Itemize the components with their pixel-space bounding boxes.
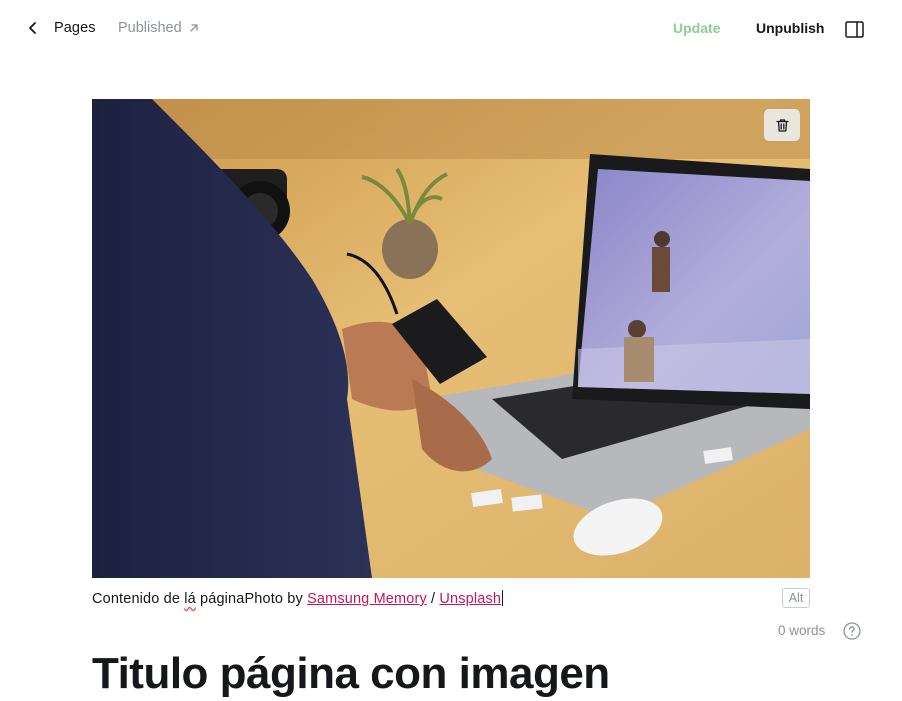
word-count: 0 words [778, 623, 826, 638]
arrow-up-right-icon [190, 24, 198, 32]
feature-image[interactable] [92, 99, 810, 578]
question-circle-icon[interactable] [843, 622, 861, 640]
caption-text-start: Contenido de [92, 591, 185, 607]
sidebar-toggle-icon[interactable] [845, 21, 864, 38]
post-title-input[interactable]: Titulo página con imagen [92, 648, 610, 701]
chevron-left-icon[interactable] [26, 21, 40, 35]
caption-author-link[interactable]: Samsung Memory [307, 591, 427, 607]
caption-misspelled-word: lá [184, 591, 196, 607]
caption-separator: / [426, 591, 440, 607]
caption-source-link[interactable]: Unsplash [439, 591, 501, 607]
text-caret [502, 590, 504, 606]
unpublish-button[interactable]: Unpublish [756, 20, 824, 36]
delete-image-button[interactable] [764, 109, 800, 141]
published-status-link[interactable]: Published [118, 20, 200, 36]
editor-header: Pages Published Update Unpublish [0, 0, 902, 58]
feature-image-photo [92, 99, 810, 578]
back-to-pages-link[interactable]: Pages [54, 20, 96, 36]
update-button[interactable]: Update [673, 20, 720, 36]
status-label: Published [118, 20, 182, 36]
alt-text-button[interactable]: Alt [782, 588, 810, 608]
caption-text-middle: páginaPhoto by [195, 591, 308, 607]
trash-icon [775, 118, 789, 132]
image-caption-input[interactable]: Contenido de lá páginaPhoto by Samsung M… [92, 590, 504, 607]
